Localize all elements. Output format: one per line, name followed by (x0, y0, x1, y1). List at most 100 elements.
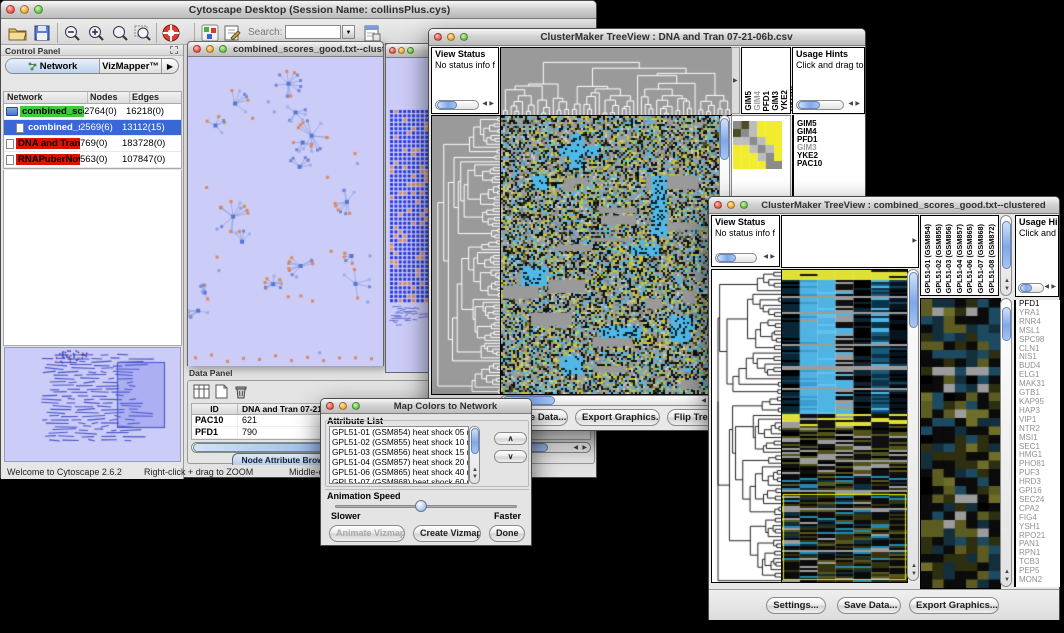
tv1-zoom-matrix[interactable] (733, 121, 782, 169)
tv2-zoom-vscrollbar[interactable]: ▲▼ (1000, 298, 1012, 587)
column-label[interactable]: YKE2 (781, 90, 789, 111)
attribute-list-item[interactable]: GPL51-02 (GSM855) heat shock 10 min (330, 437, 468, 447)
close-button[interactable] (6, 5, 15, 14)
tv2-save-data-button[interactable]: Save Data... (837, 597, 901, 614)
dialog-titlebar[interactable]: Map Colors to Network (321, 399, 531, 414)
tv2-zoom-heatmap[interactable] (920, 298, 1001, 589)
network-list-row[interactable]: combined_scores2764(0)16218(0) (4, 104, 181, 120)
column-label[interactable]: GIM4 (754, 91, 762, 111)
main-titlebar[interactable]: Cytoscape Desktop (Session Name: collins… (1, 1, 596, 19)
zoom-button[interactable] (460, 33, 468, 41)
column-label[interactable]: GPL51-03 (GSM856) (944, 224, 955, 293)
tv2-status-scrollbar[interactable] (715, 253, 757, 263)
attribute-list-item[interactable]: GPL51-03 (GSM856) heat shock 15 min (330, 447, 468, 457)
hidden-window-titlebar[interactable] (386, 44, 428, 58)
network-view-titlebar[interactable]: combined_scores_good.txt--cluste... (188, 42, 383, 57)
attribute-list-scrollbar[interactable]: ▲▼ (469, 426, 480, 484)
column-label[interactable]: GPL51-07 (GSM868) (976, 224, 987, 293)
minimize-button[interactable] (206, 45, 214, 53)
tab-network[interactable]: Network (6, 59, 100, 73)
network-list-row[interactable]: RNAPuberNov2+563(0)107847(0) (4, 152, 181, 168)
attribute-list-item[interactable]: GPL51-06 (GSM865) heat shock 40 min (330, 467, 468, 477)
help-icon[interactable] (160, 22, 182, 44)
minimize-button[interactable] (398, 47, 405, 54)
zoom-out-icon[interactable] (61, 22, 83, 44)
column-label[interactable]: GIM3 (772, 91, 780, 111)
tv2-export-graphics-button[interactable]: Export Graphics... (909, 597, 999, 614)
zoom-selected-icon[interactable] (132, 22, 154, 44)
open-file-icon[interactable] (6, 22, 28, 44)
tv2-settings-button[interactable]: Settings... (766, 597, 826, 614)
hidden-network-canvas[interactable] (386, 58, 428, 372)
search-input[interactable] (285, 25, 341, 39)
zoom-button[interactable] (407, 47, 414, 54)
tv1-usage-scrollbar[interactable] (796, 100, 844, 110)
tv1-heatmap[interactable] (500, 115, 720, 395)
zoom-button[interactable] (352, 402, 360, 410)
speed-slider-thumb[interactable] (415, 500, 427, 512)
tv1-titlebar[interactable]: ClusterMaker TreeView : DNA and Tran 07-… (429, 29, 865, 46)
new-attribute-icon[interactable] (215, 384, 228, 404)
tv2-titlebar[interactable]: ClusterMaker TreeView : combined_scores_… (709, 197, 1059, 214)
gene-label[interactable]: PAC10 (797, 160, 865, 168)
animate-vizmap-button[interactable]: Animate Vizmap (329, 525, 405, 542)
tv1-column-dendrogram[interactable] (500, 47, 732, 116)
attribute-list-item[interactable]: GPL51-07 (GSM868) heat shock 60 min (330, 477, 468, 484)
column-label[interactable]: GPL51-02 (GSM855) (934, 224, 945, 293)
search-dropdown-icon[interactable]: ▼ (342, 25, 355, 39)
tv2-row-dendrogram[interactable] (711, 269, 782, 583)
column-label[interactable]: GPL51-04 (GSM857) (955, 224, 966, 293)
tv1-export-graphics-button[interactable]: Export Graphics... (575, 409, 660, 426)
network-view-title: combined_scores_good.txt--cluste... (227, 44, 383, 55)
zoom-fit-icon[interactable] (109, 22, 131, 44)
tv1-status-scrollbar[interactable] (435, 100, 479, 110)
close-button[interactable] (193, 45, 201, 53)
minimize-button[interactable] (727, 201, 735, 209)
tv2-labels-vscrollbar[interactable]: ▲▼ (1000, 215, 1012, 296)
col-network[interactable]: Network (4, 92, 88, 103)
zoom-in-icon[interactable] (85, 22, 107, 44)
col-edges[interactable]: Edges (130, 92, 181, 103)
tv2-column-dendrogram-area[interactable]: ▶ (781, 215, 919, 268)
save-icon[interactable] (31, 22, 53, 44)
tab-overflow-arrow[interactable]: ▶ (162, 59, 178, 73)
network-list-row[interactable]: DNA and Tran 07769(0)183728(0) (4, 136, 181, 152)
minimize-button[interactable] (339, 402, 347, 410)
create-vizmap-button[interactable]: Create Vizmap (413, 525, 481, 542)
tv2-usage-scrollbar[interactable] (1018, 283, 1044, 293)
close-button[interactable] (434, 33, 442, 41)
zoom-button[interactable] (219, 45, 227, 53)
birdseye-view[interactable] (4, 347, 181, 462)
gene-label[interactable]: MON2 (1019, 576, 1060, 585)
close-button[interactable] (326, 402, 334, 410)
close-button[interactable] (714, 201, 722, 209)
network-canvas[interactable] (188, 57, 383, 366)
float-panel-icon[interactable] (170, 46, 178, 54)
delete-attribute-icon[interactable] (234, 384, 248, 404)
zoom-button[interactable] (34, 5, 43, 14)
tv1-hscrollbar[interactable]: ◀▶ (500, 395, 718, 406)
minimize-button[interactable] (447, 33, 455, 41)
col-nodes[interactable]: Nodes (88, 92, 130, 103)
zoom-button[interactable] (740, 201, 748, 209)
tv2-heatmap[interactable] (781, 269, 908, 583)
tv1-row-dendrogram[interactable] (431, 115, 501, 395)
minimize-button[interactable] (20, 5, 29, 14)
attribute-select-icon[interactable] (193, 384, 210, 404)
column-label[interactable]: GPL51-06 (GSM865) (965, 224, 976, 293)
move-down-button[interactable]: ∨ (494, 450, 527, 463)
done-button[interactable]: Done (489, 525, 525, 542)
column-label[interactable]: GPL51-01 (GSM854) (923, 224, 934, 293)
move-up-button[interactable]: ∧ (494, 432, 527, 445)
column-label[interactable]: PFD1 (763, 91, 771, 111)
attribute-list-item[interactable]: GPL51-01 (GSM854) heat shock 05 min (330, 427, 468, 437)
dp-col-id[interactable]: ID (192, 404, 238, 414)
close-button[interactable] (389, 47, 396, 54)
column-label[interactable]: GIM5 (745, 91, 753, 111)
tv2-vscrollbar[interactable]: ▲▼ (907, 269, 919, 581)
network-list-row[interactable]: combined_sco2569(6)13112(15) (4, 120, 181, 136)
column-label[interactable]: GPL51-08 (GSM872) (987, 224, 998, 293)
tab-vizmapper[interactable]: VizMapper™ (100, 59, 162, 73)
tv1-splitter[interactable]: ▶ (731, 47, 740, 114)
attribute-list-item[interactable]: GPL51-04 (GSM857) heat shock 20 min (330, 457, 468, 467)
